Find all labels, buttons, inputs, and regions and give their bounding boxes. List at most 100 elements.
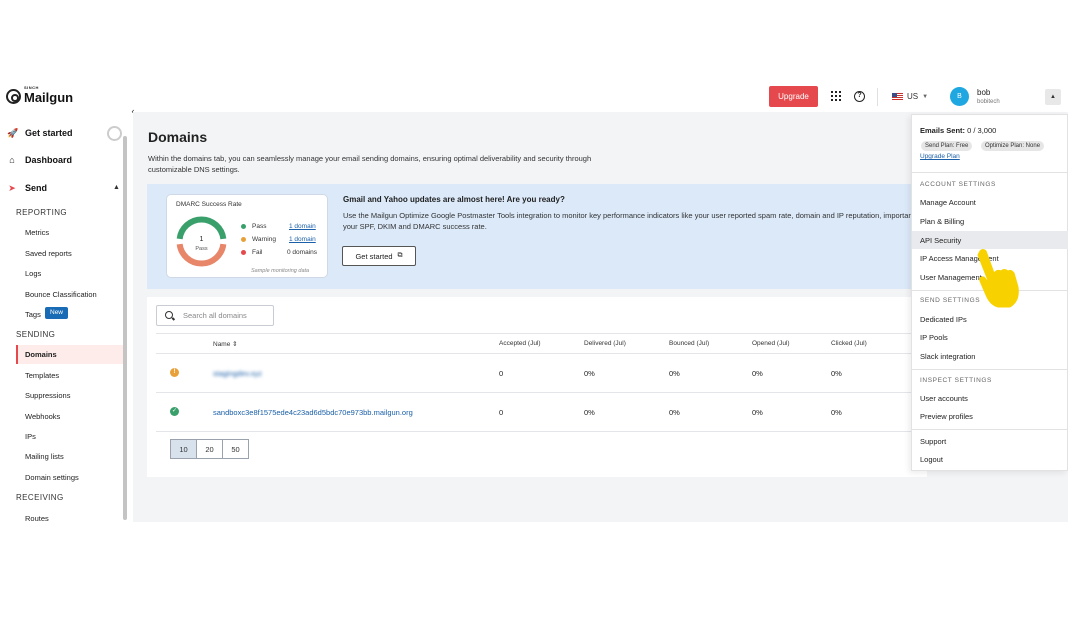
sidebar-section-reporting: REPORTING (16, 208, 68, 217)
sidebar-item-tags[interactable]: Tags (25, 310, 41, 319)
legend-fail-value: 0 domains (287, 249, 317, 256)
chevron-down-icon: ▼ (922, 93, 929, 100)
user-menu-toggle[interactable]: ▲ (1045, 89, 1061, 105)
legend-label: Pass (252, 223, 267, 230)
emails-sent: Emails Sent: 0 / 3,000 (920, 126, 997, 135)
mailgun-logo[interactable]: SINCH Mailgun (6, 86, 73, 106)
help-icon[interactable]: ? (854, 91, 865, 102)
fail-dot-icon (241, 250, 246, 255)
page-size-20-button[interactable]: 20 (196, 439, 223, 459)
column-header-clicked[interactable]: Clicked (Jul) (831, 340, 867, 347)
send-plan-badge: Send Plan: Free (921, 141, 973, 151)
avatar[interactable]: B (950, 87, 969, 106)
legend-warning-value[interactable]: 1 domain (289, 236, 316, 243)
rocket-icon: 🚀 (7, 128, 19, 138)
menu-item-user-accounts[interactable]: User accounts (920, 394, 968, 403)
user-org: bobitech (977, 99, 1000, 105)
legend-pass: Pass (241, 223, 266, 230)
optimize-plan-badge: Optimize Plan: None (981, 141, 1045, 151)
us-flag-icon (892, 92, 903, 101)
search-input[interactable] (183, 311, 273, 320)
sidebar-item-domains[interactable]: Domains (25, 350, 57, 359)
sidebar-item-ips[interactable]: IPs (25, 432, 36, 441)
sidebar-item-get-started[interactable]: 🚀 Get started (7, 128, 73, 138)
sidebar-item-label: Send (25, 183, 48, 193)
menu-section-inspect-settings: INSPECT SETTINGS (920, 377, 992, 384)
column-header-accepted[interactable]: Accepted (Jul) (499, 340, 541, 347)
menu-item-manage-account[interactable]: Manage Account (920, 198, 976, 207)
column-header-bounced[interactable]: Bounced (Jul) (669, 340, 709, 347)
cell-accepted: 0 (499, 408, 504, 417)
menu-item-support[interactable]: Support (920, 437, 946, 446)
cell-clicked: 0% (831, 369, 842, 378)
page-size-10-button[interactable]: 10 (170, 439, 197, 459)
donut-label: Pass (195, 246, 207, 252)
banner-text: Use the Mailgun Optimize Google Postmast… (343, 211, 921, 231)
legend-label: Warning (252, 236, 276, 243)
legend-label: Fail (252, 249, 263, 256)
cell-clicked: 0% (831, 408, 842, 417)
menu-divider (912, 172, 1068, 173)
cell-delivered: 0% (584, 369, 595, 378)
page-size-50-button[interactable]: 50 (222, 439, 249, 459)
new-badge: New (45, 307, 69, 319)
sidebar-item-mailing-lists[interactable]: Mailing lists (25, 452, 64, 461)
menu-item-dedicated-ips[interactable]: Dedicated IPs (920, 315, 967, 324)
sidebar-item-suppressions[interactable]: Suppressions (25, 391, 70, 400)
menu-item-logout[interactable]: Logout (920, 455, 943, 464)
sort-icon[interactable]: ⇕ (232, 341, 237, 348)
table-divider (156, 353, 927, 354)
sidebar-item-templates[interactable]: Templates (25, 371, 59, 380)
pass-dot-icon (241, 224, 246, 229)
search-domains[interactable] (156, 305, 274, 326)
get-started-button[interactable]: Get started ⧉ (342, 246, 416, 266)
cell-accepted: 0 (499, 369, 504, 378)
sidebar-item-saved-reports[interactable]: Saved reports (25, 249, 72, 258)
upgrade-plan-link[interactable]: Upgrade Plan (920, 153, 960, 160)
get-started-label: Get started (355, 251, 393, 261)
cell-delivered: 0% (584, 408, 595, 417)
sidebar-section-receiving: RECEIVING (16, 493, 64, 502)
sidebar-item-routes[interactable]: Routes (25, 514, 49, 523)
user-name[interactable]: bob (977, 88, 990, 97)
domain-name-link[interactable]: stagingdev.xyz (213, 369, 262, 378)
menu-item-user-management[interactable]: User Management (920, 273, 982, 282)
menu-item-slack-integration[interactable]: Slack integration (920, 352, 975, 361)
apps-grid-icon[interactable] (831, 91, 841, 101)
sidebar-item-send[interactable]: ➤ Send (7, 183, 47, 193)
column-header-name[interactable]: Name ⇕ (213, 340, 238, 348)
legend-warning: Warning (241, 236, 276, 243)
topbar-divider (877, 88, 878, 106)
sidebar-item-logs[interactable]: Logs (25, 269, 41, 278)
menu-divider (912, 369, 1068, 370)
check-status-icon: ✓ (170, 407, 179, 416)
column-header-opened[interactable]: Opened (Jul) (752, 340, 790, 347)
menu-section-account-settings: ACCOUNT SETTINGS (920, 181, 996, 188)
sidebar-item-metrics[interactable]: Metrics (25, 228, 49, 237)
chevron-up-icon[interactable]: ▲ (113, 184, 120, 191)
domain-name-link[interactable]: sandboxc3e8f1575ede4c23ad6d5bdc70e973bb.… (213, 408, 413, 417)
upgrade-button[interactable]: Upgrade (769, 86, 818, 107)
menu-item-api-security[interactable]: API Security (920, 236, 961, 245)
external-link-icon: ⧉ (397, 252, 403, 259)
donut-value: 1 (200, 236, 204, 243)
sidebar-item-domain-settings[interactable]: Domain settings (25, 473, 79, 482)
table-row-divider (156, 431, 927, 432)
menu-item-preview-profiles[interactable]: Preview profiles (920, 412, 973, 421)
menu-item-ip-pools[interactable]: IP Pools (920, 333, 948, 342)
sidebar-section-sending: SENDING (16, 330, 56, 339)
sidebar-item-bounce-classification[interactable]: Bounce Classification (25, 290, 97, 299)
cell-bounced: 0% (669, 369, 680, 378)
region-selector[interactable]: US ▼ (892, 92, 928, 101)
menu-item-plan-billing[interactable]: Plan & Billing (920, 217, 964, 226)
sidebar-item-webhooks[interactable]: Webhooks (25, 412, 60, 421)
cell-opened: 0% (752, 408, 763, 417)
sidebar-item-dashboard[interactable]: ⌂ Dashboard (7, 155, 72, 165)
legend-pass-value[interactable]: 1 domain (289, 223, 316, 230)
table-row-divider (156, 392, 927, 393)
page-description: Within the domains tab, you can seamless… (148, 154, 592, 174)
sidebar-scrollbar[interactable] (123, 136, 127, 520)
page-title: Domains (148, 129, 208, 145)
menu-divider (912, 429, 1068, 430)
column-header-delivered[interactable]: Delivered (Jul) (584, 340, 626, 347)
